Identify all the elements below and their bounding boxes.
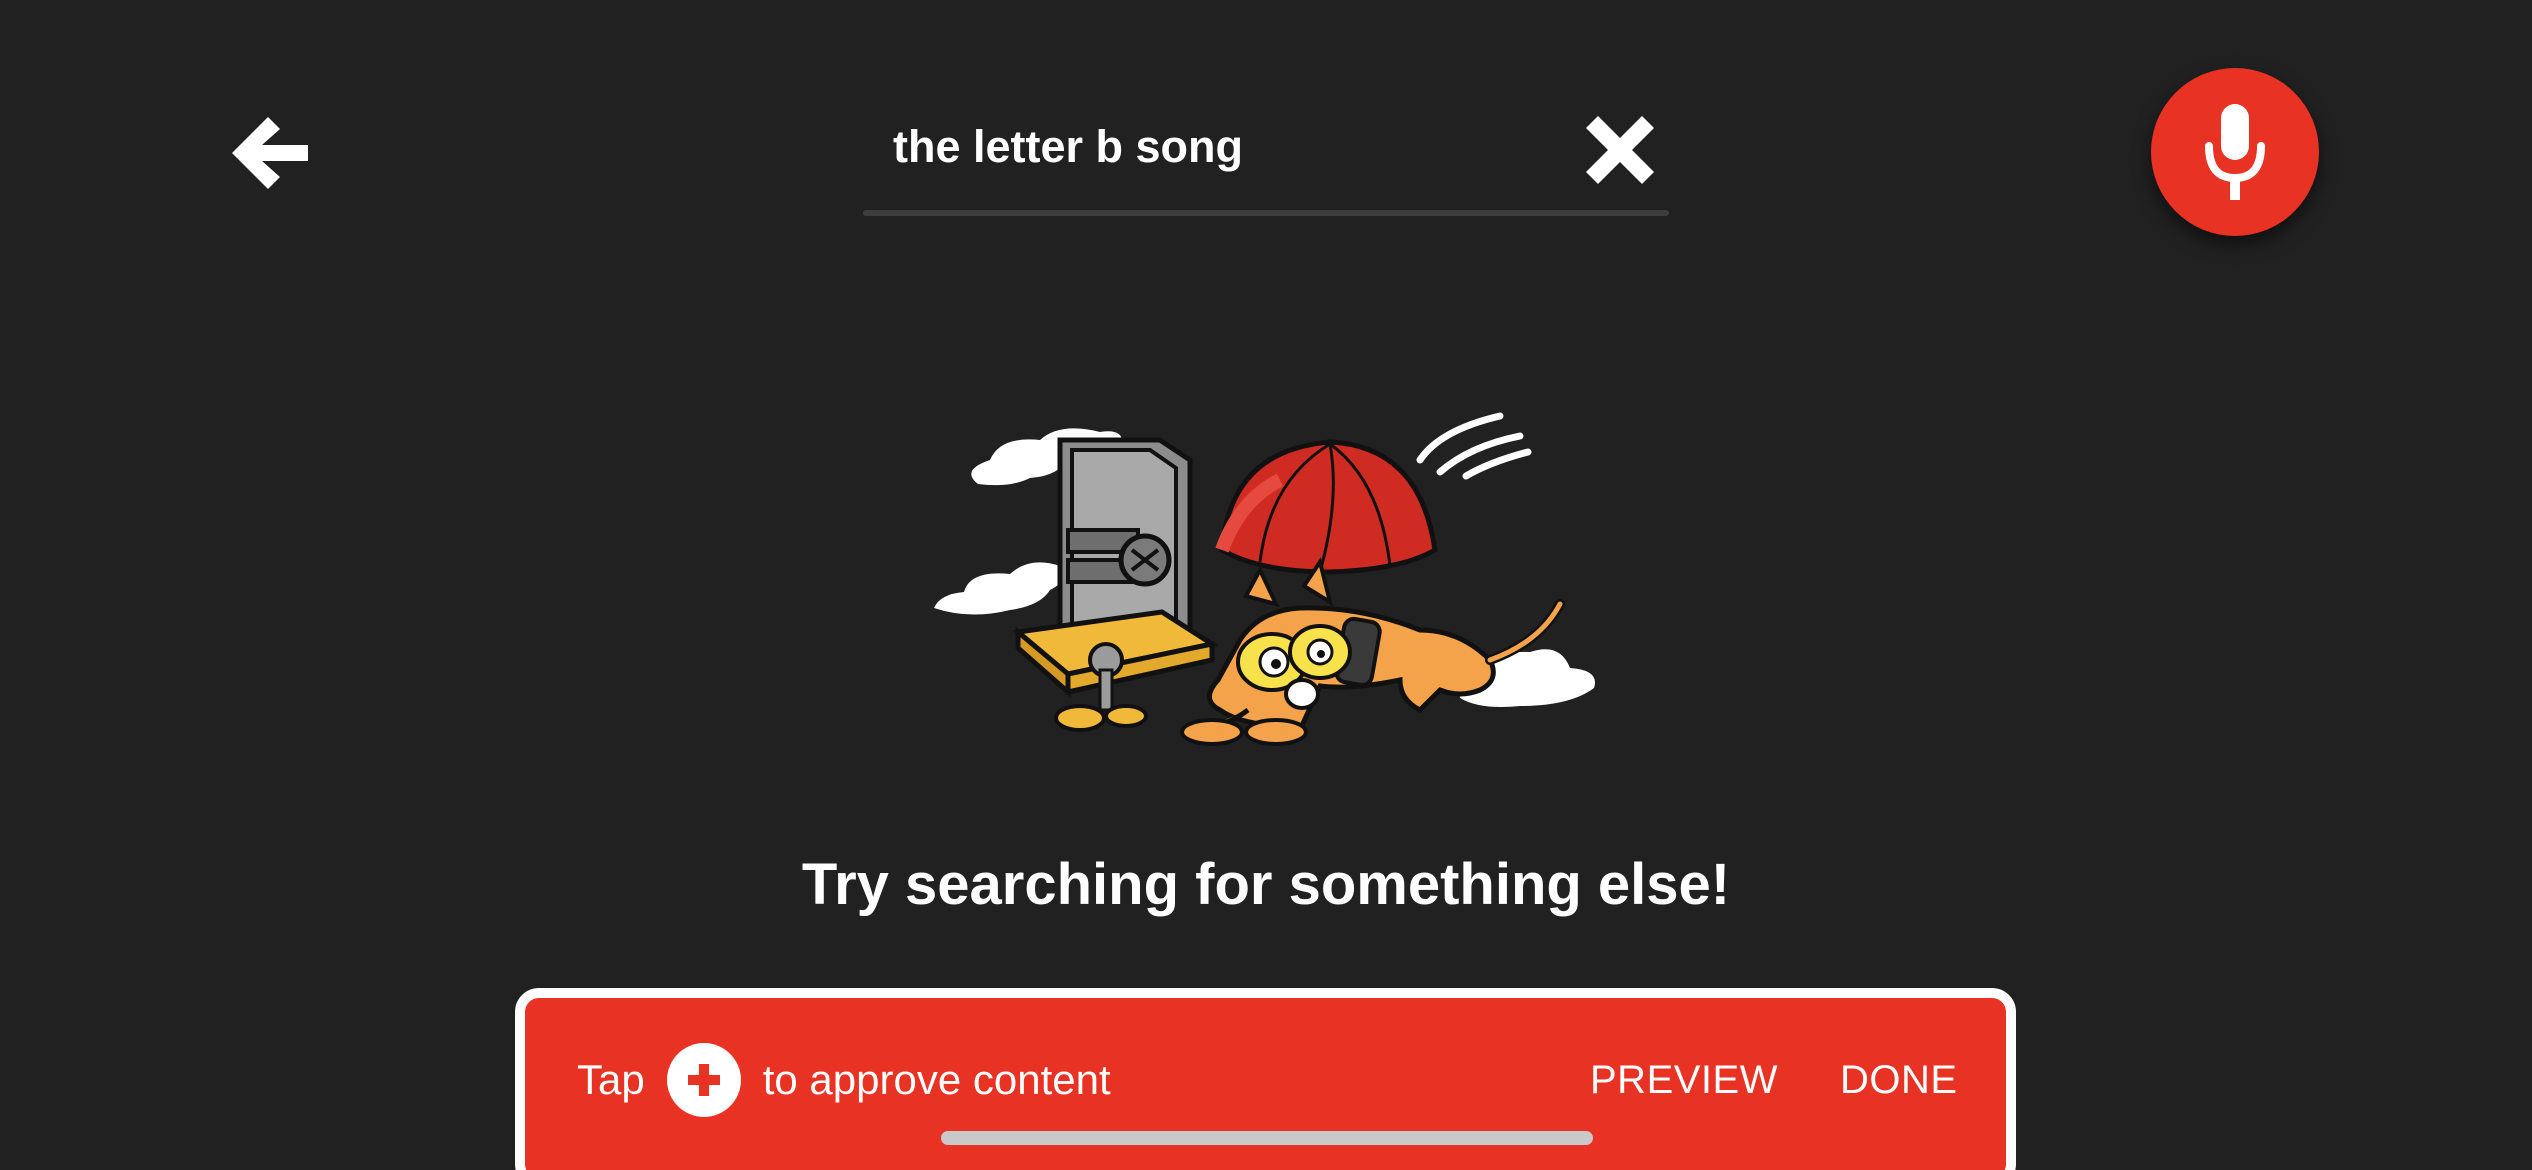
search-bar — [863, 90, 1669, 216]
microphone-icon — [2205, 104, 2265, 200]
approve-prefix: Tap — [577, 1056, 645, 1103]
empty-results-message: Try searching for something else! — [801, 852, 1731, 917]
close-icon — [1586, 116, 1654, 184]
parachute-drawing — [1215, 439, 1438, 575]
approve-suffix: to approve content — [762, 1056, 1111, 1103]
arrow-left-icon — [232, 117, 308, 189]
plus-icon — [666, 1043, 741, 1117]
cat-drawing — [1180, 557, 1565, 746]
back-button[interactable] — [222, 108, 318, 198]
screen: Try searching for something else! Tap to… — [0, 0, 2532, 1170]
preview-button[interactable]: PREVIEW — [1590, 1050, 1778, 1110]
cloud-left-bottom — [934, 562, 1064, 615]
home-indicator[interactable] — [941, 1131, 1593, 1145]
search-underline — [863, 210, 1669, 216]
clear-search-button[interactable] — [1574, 104, 1666, 196]
done-button[interactable]: DONE — [1840, 1050, 1958, 1110]
approve-instruction: Tap to approve content — [577, 1040, 1111, 1120]
voice-search-button[interactable] — [2151, 68, 2319, 236]
search-input[interactable] — [893, 112, 1533, 182]
empty-results-illustration — [900, 380, 1630, 780]
